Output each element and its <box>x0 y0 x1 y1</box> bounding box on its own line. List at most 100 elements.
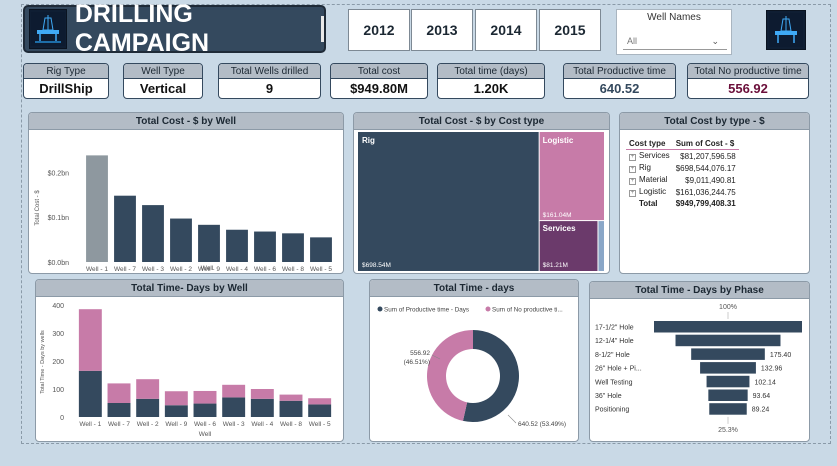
stacked-bar-segment <box>136 379 160 399</box>
funnel-bar <box>700 362 756 374</box>
table-row: + Logistic $161,036,244.75 <box>626 186 739 198</box>
cell-value: $161,036,244.75 <box>675 187 736 197</box>
kpi-well-type: Well Type Vertical <box>123 63 203 99</box>
stacked-bar-segment <box>193 390 217 404</box>
kpi-label: Well Type <box>124 64 202 79</box>
year-button-2014[interactable]: 2014 <box>475 9 537 51</box>
bar <box>86 155 108 262</box>
kpi-value: 9 <box>265 81 274 96</box>
funnel-bar <box>706 375 750 388</box>
x-tick-label: Well - 1 <box>79 421 101 428</box>
expand-icon[interactable]: + <box>629 190 636 197</box>
x-tick-label: Well - 3 <box>223 421 245 428</box>
x-tick-label: Well - 3 <box>142 266 164 273</box>
legend-label: Sum of No productive ti... <box>492 307 563 314</box>
cell-value: $698,544,076.17 <box>675 163 736 173</box>
expand-icon[interactable]: + <box>629 178 636 185</box>
kpi-productive-time: Total Productive time 640.52 <box>563 63 676 99</box>
panel-title: Total Time - days <box>370 280 578 297</box>
panel-time-by-well: Total Time- Days by Well 400 300 200 100 0 To… <box>35 279 344 442</box>
x-tick-label: Well - 7 <box>108 421 130 428</box>
y-tick-label: 300 <box>52 331 64 338</box>
tile-label: Rig <box>362 136 375 145</box>
rig-logo-icon <box>29 9 67 49</box>
y-tick-label: $0.0bn <box>48 260 70 267</box>
bar <box>114 195 136 262</box>
treemap-tile-logistic <box>539 132 604 221</box>
bar <box>142 205 164 262</box>
panel-cost-table: Total Cost by type - $ Cost type Sum of … <box>619 112 810 274</box>
expand-icon[interactable]: + <box>629 154 636 161</box>
funnel-top-label: 100% <box>719 304 737 311</box>
bar <box>170 218 192 262</box>
treemap-tile-rig <box>358 132 539 271</box>
y-axis-label: Total Cost - $ <box>35 190 41 226</box>
phase-funnel-chart: 100% 17-1/2" Hole 12-1/4" Hole 8-1/2" Hole 1… <box>595 304 802 434</box>
x-tick-label: Well - 5 <box>310 266 332 273</box>
kpi-rig-type: Rig Type DrillShip <box>23 63 109 99</box>
funnel-category-label: 36" Hole <box>595 393 622 400</box>
bar <box>198 224 220 262</box>
x-tick-label: Well - 1 <box>86 266 108 273</box>
stacked-bar-segment <box>164 405 188 417</box>
kpi-value: 1.20K <box>473 81 509 96</box>
treemap-tile-material <box>598 221 604 271</box>
panel-time-donut: Total Time - days Sum of Productive time… <box>369 279 579 442</box>
x-tick-label: Well - 5 <box>309 421 331 428</box>
stacked-bar-segment <box>222 397 246 417</box>
funnel-category-label: 17-1/2" Hole <box>595 325 634 332</box>
cost-by-well-chart: $0.2bn $0.1bn $0.0bn Total Cost - $ Well - 1… <box>35 155 332 273</box>
expand-icon[interactable]: + <box>629 166 636 173</box>
stacked-bar-segment <box>136 398 160 417</box>
time-donut-chart: Sum of Productive time - Days Sum of No p… <box>377 306 566 428</box>
panel-title: Total Cost by type - $ <box>620 113 809 130</box>
stacked-bar-segment <box>78 309 102 371</box>
text-cursor <box>321 16 324 42</box>
y-tick-label: 100 <box>52 387 64 394</box>
year-button-2015[interactable]: 2015 <box>539 9 601 51</box>
funnel-bar <box>708 389 748 401</box>
funnel-category-label: 12-1/4" Hole <box>595 338 634 345</box>
bar <box>310 237 332 262</box>
stacked-bar-segment <box>279 400 303 417</box>
funnel-category-label: Well Testing <box>595 379 633 386</box>
well-names-slicer: Well Names All ⌄ <box>616 9 732 55</box>
funnel-bar <box>654 321 802 333</box>
funnel-category-label: Positioning <box>595 407 629 414</box>
x-tick-label: Well - 4 <box>226 266 248 273</box>
y-tick-label: 200 <box>52 359 64 366</box>
stacked-bar-segment <box>78 370 102 417</box>
y-tick-label: 0 <box>60 415 64 422</box>
time-by-well-chart: 400 300 200 100 0 Total Time - Days by wells W… <box>40 303 332 438</box>
kpi-label: Total cost <box>331 64 427 79</box>
x-tick-label: Well - 2 <box>170 266 192 273</box>
x-tick-label: Well - 8 <box>282 266 304 273</box>
stacked-bar-segment <box>107 383 131 403</box>
tile-value: $81.21M <box>543 262 568 269</box>
bar <box>282 233 304 262</box>
stacked-bar-segment <box>250 389 274 399</box>
stacked-bar-segment <box>308 398 332 405</box>
funnel-category-label: 26" Hole + Pi... <box>595 366 642 373</box>
column-header-sum-cost[interactable]: Sum of Cost - $ <box>672 138 739 150</box>
x-tick-label: Well - 2 <box>137 421 159 428</box>
year-button-2012[interactable]: 2012 <box>348 9 410 51</box>
stacked-bar-segment <box>193 403 217 417</box>
x-tick-label: Well - 9 <box>165 421 187 428</box>
slice-label: (46.51%) <box>404 359 430 366</box>
total-value: $949,799,408.31 <box>675 199 736 208</box>
bar <box>226 229 248 262</box>
column-header-cost-type[interactable]: Cost type <box>626 138 673 150</box>
funnel-value-label: 102.14 <box>754 379 776 386</box>
x-axis-label: Well <box>199 431 212 438</box>
kpi-value: $949.80M <box>350 81 408 96</box>
legend-dot-productive <box>377 306 383 312</box>
y-axis-label: Total Time - Days by wells <box>40 330 46 394</box>
table-row: + Material $9,011,490.81 <box>626 174 739 186</box>
stacked-bar-segment <box>308 404 332 417</box>
year-button-2013[interactable]: 2013 <box>411 9 473 51</box>
cell-value: $9,011,490.81 <box>685 175 736 185</box>
cell-type: Logistic <box>639 187 667 196</box>
kpi-value: DrillShip <box>39 81 93 96</box>
well-names-dropdown[interactable]: All ⌄ <box>623 32 727 50</box>
